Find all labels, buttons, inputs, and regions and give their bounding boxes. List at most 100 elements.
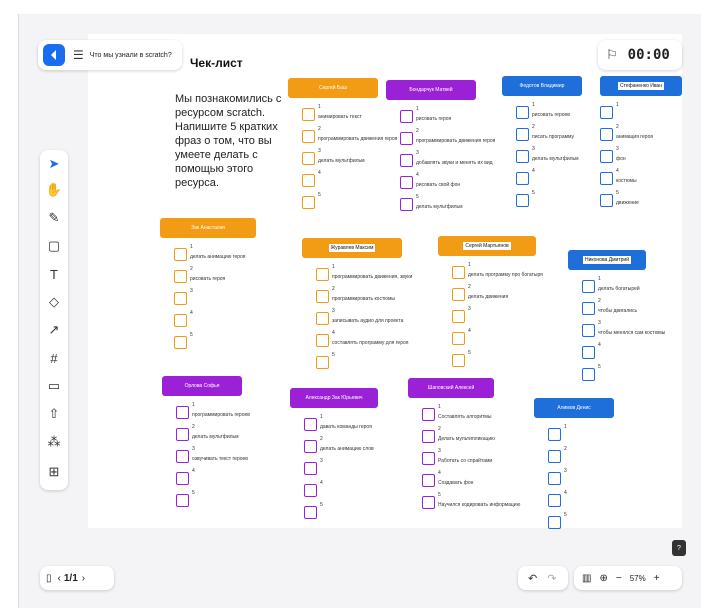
templates-icon[interactable]: ⁂ [44,432,64,452]
checklist-item-text[interactable]: костюмы [616,178,637,184]
checkbox[interactable] [176,472,189,485]
checkbox[interactable] [174,248,187,261]
checklist-item-text[interactable]: делать мультфильм [318,158,365,164]
frame-icon[interactable]: # [44,348,64,368]
comment-icon[interactable]: ▭ [44,376,64,396]
checkbox[interactable] [304,440,317,453]
checkbox[interactable] [600,194,613,207]
hand-icon[interactable]: ✋ [44,180,64,200]
help-button[interactable]: ? [672,540,686,556]
checkbox[interactable] [548,516,561,529]
pages-control[interactable]: ▯ ‹ 1/1 › [40,566,114,590]
checklist-item-text[interactable]: чтобы менялся сам костюмы [598,330,665,336]
student-name-label[interactable]: Орлова Софья [162,376,242,396]
student-name-label[interactable]: Александр Зак Юрьевич [290,388,378,408]
checklist-item-text[interactable]: фон [616,156,626,162]
checkbox[interactable] [422,474,435,487]
checkbox[interactable] [174,314,187,327]
checkbox[interactable] [302,130,315,143]
checkbox[interactable] [548,494,561,507]
fit-icon[interactable]: ⊕ [599,573,607,584]
next-page-icon[interactable]: › [82,573,85,584]
checkbox[interactable] [422,430,435,443]
checklist-item-text[interactable]: делать мультфильм [192,434,239,440]
hamburger-icon[interactable]: ☰ [73,48,84,62]
checkbox[interactable] [582,368,595,381]
pen-icon[interactable]: ✎ [44,208,64,228]
checkbox[interactable] [452,332,465,345]
checkbox[interactable] [302,174,315,187]
checklist-item-text[interactable]: делать богатырей [598,286,640,292]
checkbox[interactable] [304,418,317,431]
checkbox[interactable] [582,346,595,359]
checkbox[interactable] [176,406,189,419]
checkbox[interactable] [516,106,529,119]
checklist-item-text[interactable]: движение [616,200,639,206]
checkbox[interactable] [422,452,435,465]
student-name-label[interactable]: Зак Анастасия [160,218,256,238]
checkbox[interactable] [176,450,189,463]
map-icon[interactable]: ▥ [582,573,591,584]
checklist-item-text[interactable]: делать движения [468,294,508,300]
checkbox[interactable] [304,484,317,497]
student-name-label[interactable]: Федотов Владимир [502,76,582,96]
student-name-label[interactable]: Журавлев Максим [302,238,402,258]
student-name-label[interactable]: Сергей Баш [288,78,378,98]
zoom-in-button[interactable]: + [654,573,660,584]
student-name-label[interactable]: Сергей Мартьянов [438,236,536,256]
checkbox[interactable] [400,110,413,123]
checkbox[interactable] [304,506,317,519]
checkbox[interactable] [304,462,317,475]
page-title[interactable]: Чек-лист [190,56,243,70]
checkbox[interactable] [452,266,465,279]
checkbox[interactable] [600,150,613,163]
checkbox[interactable] [316,356,329,369]
back-logo-icon[interactable] [43,44,65,66]
arrow-icon[interactable]: ↗ [44,320,64,340]
checkbox[interactable] [174,270,187,283]
checklist-item-text[interactable]: анимировать текст [318,114,362,120]
student-name-label[interactable]: Шаповский Алексей [408,378,494,398]
checkbox[interactable] [176,494,189,507]
checkbox[interactable] [174,336,187,349]
checkbox[interactable] [400,154,413,167]
checkbox[interactable] [422,408,435,421]
checkbox[interactable] [548,472,561,485]
student-name-label[interactable]: Бондарчук Матвей [386,80,476,100]
student-name-label[interactable]: Никонова Дмитрий [568,250,646,270]
checkbox[interactable] [582,324,595,337]
checklist-item-text[interactable]: рисовать свой фон [416,182,460,188]
checklist-item-text[interactable]: делать анимацию слов [320,446,374,452]
checkbox[interactable] [600,106,613,119]
checkbox[interactable] [452,354,465,367]
sticky-note-icon[interactable]: ▢ [44,236,64,256]
cursor-icon[interactable]: ➤ [44,154,64,174]
checklist-item-text[interactable]: делать анимацию героя [190,254,246,260]
checkbox[interactable] [516,172,529,185]
checkbox[interactable] [316,290,329,303]
checkbox[interactable] [302,108,315,121]
checkbox[interactable] [548,428,561,441]
undo-icon[interactable]: ↶ [528,572,537,585]
checklist-item-text[interactable]: делать мультфильм [532,156,579,162]
checklist-item-text[interactable]: писать программу [532,134,574,140]
checkbox[interactable] [316,312,329,325]
checklist-item-text[interactable]: чтобы двигались [598,308,637,314]
checklist-item-text[interactable]: записывать аудио для проекта [332,318,403,324]
checklist-item-text[interactable]: озвучивать текст героев [192,456,248,462]
checklist-item-text[interactable]: программировать движения героя [318,136,397,142]
checklist-item-text[interactable]: программировать костюмы [332,296,395,302]
redo-icon[interactable]: ↷ [547,572,556,585]
prev-page-icon[interactable]: ‹ [58,573,61,584]
checkbox[interactable] [316,268,329,281]
pages-panel-icon[interactable]: ▯ [46,573,52,584]
timer-widget[interactable]: ⚐ 00:00 [598,40,682,70]
checklist-item-text[interactable]: Создавать фон [438,480,473,486]
checkbox[interactable] [548,450,561,463]
checkbox[interactable] [582,280,595,293]
checklist-item-text[interactable]: анимация героя [616,134,653,140]
checklist-item-text[interactable]: добавлять звуки и менять их вид [416,160,493,166]
checklist-item-text[interactable]: программировать движения, звуки [332,274,412,280]
checklist-item-text[interactable]: давать команды героя [320,424,372,430]
shapes-icon[interactable]: ◇ [44,292,64,312]
